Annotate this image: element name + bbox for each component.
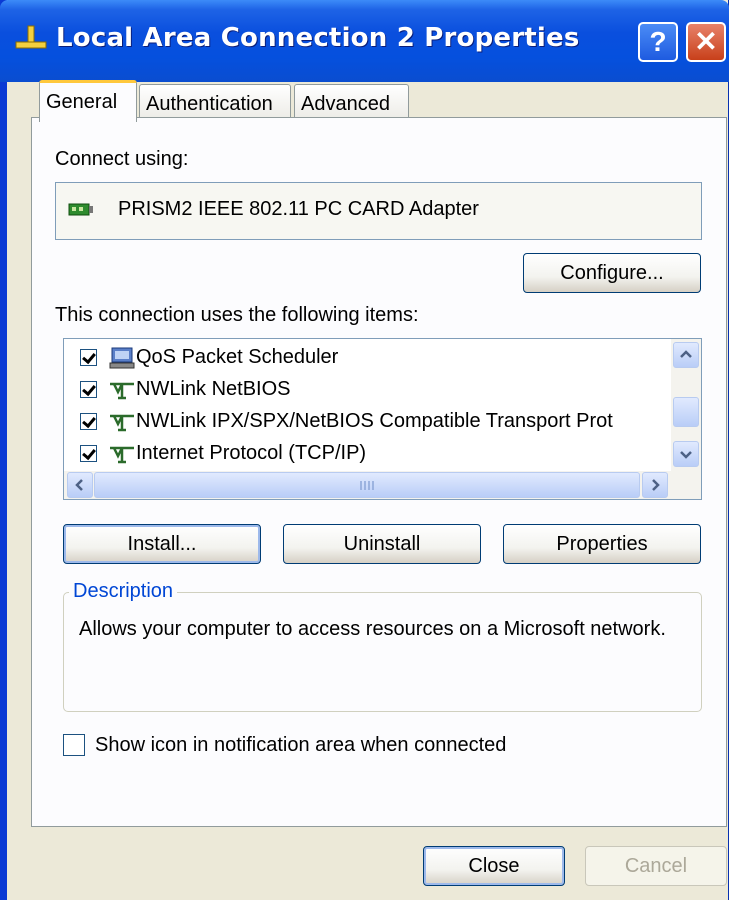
adapter-field: PRISM2 IEEE 802.11 PC CARD Adapter bbox=[55, 182, 702, 240]
item-checkbox[interactable] bbox=[80, 413, 97, 430]
protocol-icon bbox=[110, 382, 134, 400]
item-label: Internet Protocol (TCP/IP) bbox=[136, 442, 367, 464]
cancel-button[interactable]: Cancel bbox=[585, 846, 727, 886]
install-button[interactable]: Install... bbox=[63, 524, 261, 564]
properties-dialog: Local Area Connection 2 Properties ? ✕ G… bbox=[0, 0, 729, 900]
item-label: NWLink IPX/SPX/NetBIOS Compatible Transp… bbox=[136, 410, 613, 432]
close-window-button[interactable]: ✕ bbox=[686, 22, 726, 62]
vertical-scrollbar[interactable] bbox=[671, 339, 701, 471]
uninstall-button[interactable]: Uninstall bbox=[283, 524, 481, 564]
protocol-icon bbox=[110, 414, 134, 432]
window-title: Local Area Connection 2 Properties bbox=[56, 23, 580, 53]
tab-general[interactable]: General bbox=[39, 80, 137, 122]
horizontal-scrollbar[interactable] bbox=[64, 471, 701, 499]
help-button[interactable]: ? bbox=[638, 22, 678, 62]
grip-icon bbox=[360, 481, 374, 490]
chevron-right-icon bbox=[652, 479, 660, 491]
adapter-name: PRISM2 IEEE 802.11 PC CARD Adapter bbox=[118, 198, 479, 220]
chevron-up-icon bbox=[680, 350, 692, 358]
connect-using-label: Connect using: bbox=[55, 148, 189, 170]
scroll-h-thumb[interactable] bbox=[94, 472, 640, 498]
scroll-thumb[interactable] bbox=[673, 397, 699, 427]
properties-button[interactable]: Properties bbox=[503, 524, 701, 564]
item-label: QoS Packet Scheduler bbox=[136, 346, 339, 368]
scroll-right-button[interactable] bbox=[642, 472, 668, 498]
tab-authentication[interactable]: Authentication bbox=[139, 84, 291, 120]
items-label: This connection uses the following items… bbox=[55, 304, 419, 326]
notify-checkbox[interactable] bbox=[63, 734, 85, 756]
notify-checkbox-label[interactable]: Show icon in notification area when conn… bbox=[95, 734, 506, 757]
protocol-icon bbox=[110, 446, 134, 464]
scroll-up-button[interactable] bbox=[673, 342, 699, 368]
configure-button[interactable]: Configure... bbox=[523, 253, 701, 293]
description-text: Allows your computer to access resources… bbox=[79, 618, 666, 640]
chevron-left-icon bbox=[75, 479, 83, 491]
scroll-left-button[interactable] bbox=[67, 472, 93, 498]
title-bar[interactable]: Local Area Connection 2 Properties ? ✕ bbox=[0, 0, 729, 82]
components-list[interactable]: QoS Packet Scheduler NWLink NetBIOS NWLi… bbox=[63, 338, 702, 500]
scheduler-icon bbox=[109, 347, 135, 369]
item-checkbox[interactable] bbox=[80, 445, 97, 462]
item-label: NWLink NetBIOS bbox=[136, 378, 291, 400]
item-checkbox[interactable] bbox=[80, 349, 97, 366]
network-connection-icon bbox=[15, 25, 47, 49]
chevron-down-icon bbox=[680, 451, 692, 459]
close-button[interactable]: Close bbox=[423, 846, 565, 886]
tab-advanced[interactable]: Advanced bbox=[294, 84, 409, 120]
scroll-down-button[interactable] bbox=[673, 441, 699, 467]
network-card-icon bbox=[68, 203, 93, 216]
item-checkbox[interactable] bbox=[80, 381, 97, 398]
description-legend: Description bbox=[69, 580, 178, 603]
description-group bbox=[63, 592, 702, 712]
